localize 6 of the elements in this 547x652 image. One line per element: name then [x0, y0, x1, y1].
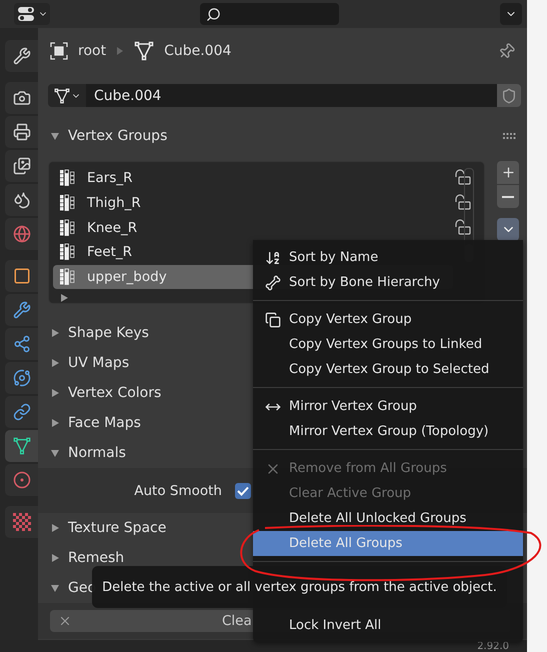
vertex-group-name: Thigh_R	[87, 194, 141, 211]
checkbox-label: Auto Smooth	[133, 482, 222, 498]
vertex-group-name: Feet_R	[87, 244, 132, 260]
vertex-group-name: upper_body	[87, 268, 167, 285]
vertex-group-name: Knee_R	[87, 220, 138, 236]
vertex-group-name: Ears_R	[87, 170, 133, 186]
